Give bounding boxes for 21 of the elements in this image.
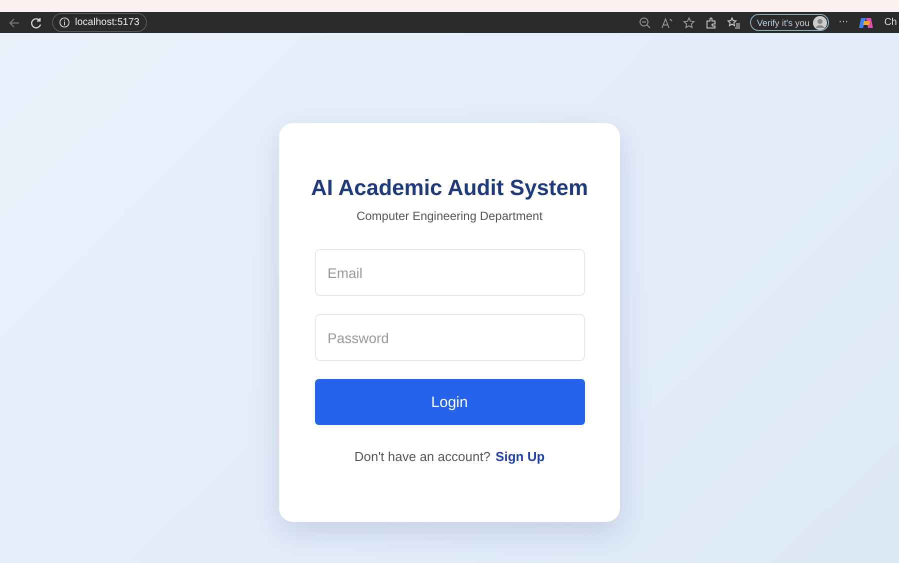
refresh-icon[interactable] <box>30 16 42 28</box>
input-field[interactable]: Email <box>314 249 584 296</box>
read-aloud-icon[interactable] <box>660 16 673 28</box>
star-icon[interactable] <box>682 16 695 28</box>
info-icon[interactable] <box>59 17 70 28</box>
extensions-icon[interactable] <box>704 16 717 28</box>
profile-button[interactable]: Verify it's you <box>750 14 829 31</box>
avatar-icon <box>812 16 827 30</box>
address-bar[interactable]: localhost:5173 <box>52 13 146 32</box>
signup-link[interactable]: Sign Up <box>496 449 545 464</box>
login-button[interactable]: Login <box>314 379 584 425</box>
url-text: localhost:5173 <box>75 17 140 28</box>
department-subtitle: Computer Engineering Department <box>356 209 543 223</box>
back-icon[interactable] <box>8 16 20 28</box>
input-field[interactable]: Password <box>314 314 584 361</box>
zoom-icon[interactable] <box>638 16 651 28</box>
app-title: AI Academic Audit System <box>310 175 588 201</box>
copilot-label[interactable]: Ch <box>884 17 897 28</box>
signup-prompt: Don't have an account? <box>354 449 491 464</box>
more-menu[interactable]: ··· <box>838 17 848 28</box>
favorites-icon[interactable] <box>726 16 740 28</box>
